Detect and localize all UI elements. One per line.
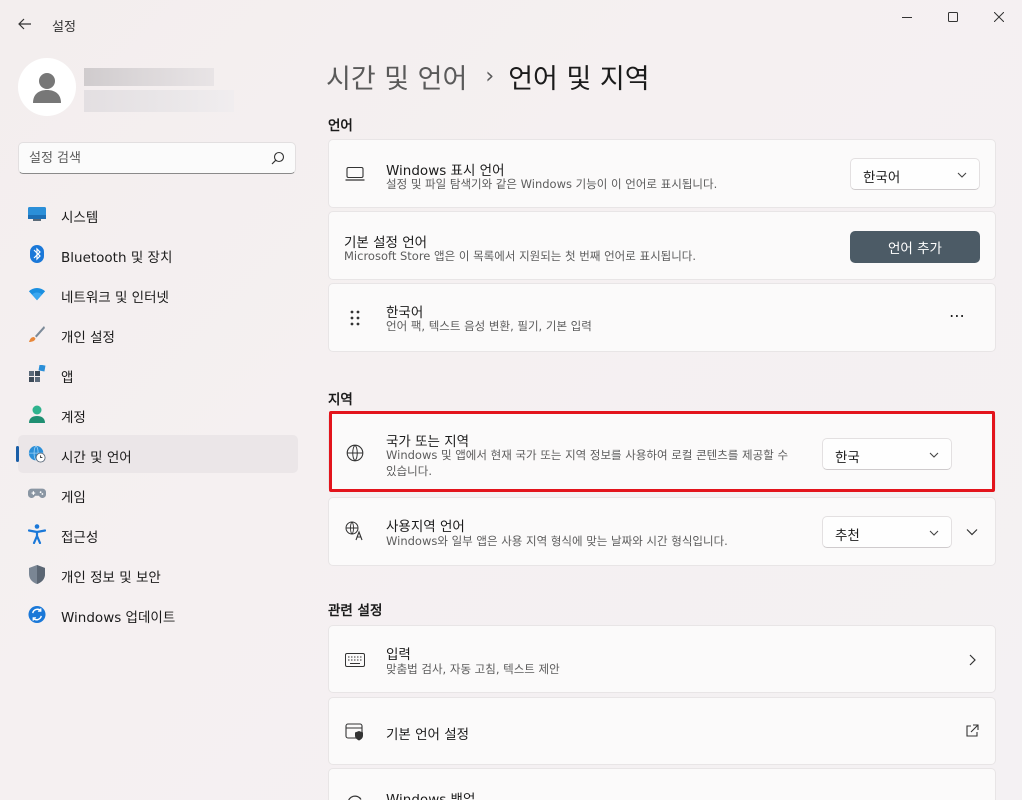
- display-language-desc: 설정 및 파일 탐색기와 같은 Windows 기능이 이 언어로 표시됩니다.: [386, 177, 718, 191]
- country-region-value: 한국: [835, 450, 860, 466]
- display-language-dropdown[interactable]: 한국어: [850, 158, 980, 190]
- language-item-korean: 한국어 언어 팩, 텍스트 음성 변환, 필기, 기본 입력 ⋯: [328, 283, 996, 352]
- section-title-related: 관련 설정: [328, 603, 383, 619]
- regional-format-title: 사용지역 언어: [386, 519, 465, 535]
- sidebar-item-time-language[interactable]: 시간 및 언어: [16, 435, 298, 473]
- admin-shield-window-icon: [345, 722, 365, 742]
- section-title-language: 언어: [328, 118, 353, 134]
- sidebar-item-label: 게임: [61, 490, 86, 506]
- add-language-button[interactable]: 언어 추가: [850, 231, 980, 263]
- typing-card[interactable]: 입력 맞춤법 검사, 자동 고침, 텍스트 제안: [328, 625, 996, 693]
- sidebar-item-label: 네트워크 및 인터넷: [61, 290, 169, 306]
- sidebar-item-label: 앱: [61, 370, 74, 386]
- bluetooth-icon: [28, 245, 46, 263]
- breadcrumb-separator: ›: [485, 63, 495, 89]
- chevron-right-icon: [969, 654, 976, 666]
- chevron-down-icon: [957, 172, 967, 178]
- accessibility-icon: [28, 524, 46, 544]
- chevron-down-icon: [929, 530, 939, 536]
- sidebar-item-label: Bluetooth 및 장치: [61, 250, 173, 266]
- sidebar-item-label: Windows 업데이트: [61, 610, 176, 626]
- sidebar-item-personalization[interactable]: 개인 설정: [18, 315, 298, 353]
- country-region-dropdown[interactable]: 한국: [822, 438, 952, 470]
- globe-icon: [345, 443, 365, 463]
- blurred-user-email: [84, 90, 234, 112]
- sidebar-item-gaming[interactable]: 게임: [18, 475, 298, 513]
- user-icon: [33, 73, 61, 103]
- sidebar-item-label: 시간 및 언어: [61, 450, 132, 466]
- sidebar-item-system[interactable]: 시스템: [18, 195, 298, 233]
- typing-desc: 맞춤법 검사, 자동 고침, 텍스트 제안: [386, 662, 560, 676]
- time-language-icon: [28, 445, 46, 463]
- language-item-desc: 언어 팩, 텍스트 음성 변환, 필기, 기본 입력: [386, 319, 592, 333]
- drag-handle-icon[interactable]: [345, 308, 365, 328]
- keyboard-icon: [345, 650, 365, 670]
- sidebar-item-accessibility[interactable]: 접근성: [18, 515, 298, 553]
- sidebar-item-bluetooth[interactable]: Bluetooth 및 장치: [18, 235, 298, 273]
- sidebar-item-accounts[interactable]: 계정: [18, 395, 298, 433]
- external-link-icon: [966, 724, 979, 737]
- sidebar-item-privacy[interactable]: 개인 정보 및 보안: [18, 555, 298, 593]
- country-region-card: 국가 또는 지역 Windows 및 앱에서 현재 국가 또는 지역 정보를 사…: [328, 412, 996, 492]
- regional-format-icon: [345, 521, 365, 541]
- admin-language-title: 기본 언어 설정: [386, 727, 470, 743]
- preferred-language-card: 기본 설정 언어 Microsoft Store 앱은 이 목록에서 지원되는 …: [328, 211, 996, 280]
- sidebar-item-label: 개인 정보 및 보안: [61, 570, 161, 586]
- sidebar-item-network[interactable]: 네트워크 및 인터넷: [18, 275, 298, 313]
- blurred-user-name: [84, 68, 214, 86]
- wifi-icon: [28, 285, 46, 303]
- sidebar-item-label: 계정: [61, 410, 86, 426]
- minimize-button[interactable]: [884, 0, 930, 34]
- search-input[interactable]: [29, 143, 269, 173]
- sidebar-nav: 시스템 Bluetooth 및 장치 네트워크 및 인터넷 개인 설정 앱 계정: [16, 195, 298, 635]
- more-options-button[interactable]: ⋯: [949, 306, 965, 325]
- back-arrow-icon: [18, 18, 31, 30]
- preferred-language-desc: Microsoft Store 앱은 이 목록에서 지원되는 첫 번째 언어로 …: [344, 249, 697, 263]
- brush-icon: [28, 325, 46, 343]
- breadcrumb-parent[interactable]: 시간 및 언어: [326, 57, 467, 96]
- display-language-value: 한국어: [863, 170, 901, 186]
- minimize-icon: [902, 17, 912, 18]
- country-region-desc: Windows 및 앱에서 현재 국가 또는 지역 정보를 사용하여 로컬 콘텐…: [386, 448, 789, 478]
- search-icon[interactable]: [271, 151, 285, 165]
- chevron-down-icon: [929, 452, 939, 458]
- sidebar-item-windows-update[interactable]: Windows 업데이트: [18, 595, 298, 633]
- regional-format-card[interactable]: 사용지역 언어 Windows와 일부 앱은 사용 지역 형식에 맞는 날짜와 …: [328, 497, 996, 566]
- app-title: 설정: [52, 20, 76, 35]
- user-profile[interactable]: [18, 58, 298, 122]
- sidebar-item-label: 개인 설정: [61, 330, 115, 346]
- section-title-region: 지역: [328, 392, 353, 408]
- update-icon: [28, 605, 46, 623]
- gamepad-icon: [28, 485, 46, 503]
- regional-format-value: 추천: [835, 528, 860, 544]
- monitor-icon: [345, 164, 365, 184]
- backup-icon: [345, 793, 365, 800]
- backup-card[interactable]: Windows 백업: [328, 768, 996, 800]
- account-icon: [28, 405, 46, 423]
- title-bar: 설정: [0, 0, 1022, 46]
- sidebar-item-label: 시스템: [61, 210, 99, 226]
- page-title: 언어 및 지역: [508, 63, 650, 95]
- close-icon: [994, 12, 1004, 22]
- admin-language-card[interactable]: 기본 언어 설정: [328, 697, 996, 765]
- sidebar-item-label: 접근성: [61, 530, 99, 546]
- typing-title: 입력: [386, 647, 411, 663]
- display-language-card: Windows 표시 언어 설정 및 파일 탐색기와 같은 Windows 기능…: [328, 139, 996, 208]
- avatar: [18, 58, 76, 116]
- breadcrumb: 시간 및 언어 › 언어 및 지역: [326, 56, 650, 96]
- maximize-button[interactable]: [930, 0, 976, 34]
- shield-icon: [28, 564, 46, 584]
- system-icon: [28, 205, 46, 223]
- back-button[interactable]: [10, 10, 40, 38]
- regional-format-desc: Windows와 일부 앱은 사용 지역 형식에 맞는 날짜와 시간 형식입니다…: [386, 534, 728, 548]
- regional-format-dropdown[interactable]: 추천: [822, 516, 952, 548]
- backup-title: Windows 백업: [386, 792, 476, 800]
- apps-icon: [28, 365, 46, 383]
- expand-chevron-icon[interactable]: [966, 526, 978, 538]
- sidebar-item-apps[interactable]: 앱: [18, 355, 298, 393]
- maximize-icon: [948, 12, 958, 22]
- close-button[interactable]: [976, 0, 1022, 34]
- settings-search[interactable]: [18, 142, 296, 174]
